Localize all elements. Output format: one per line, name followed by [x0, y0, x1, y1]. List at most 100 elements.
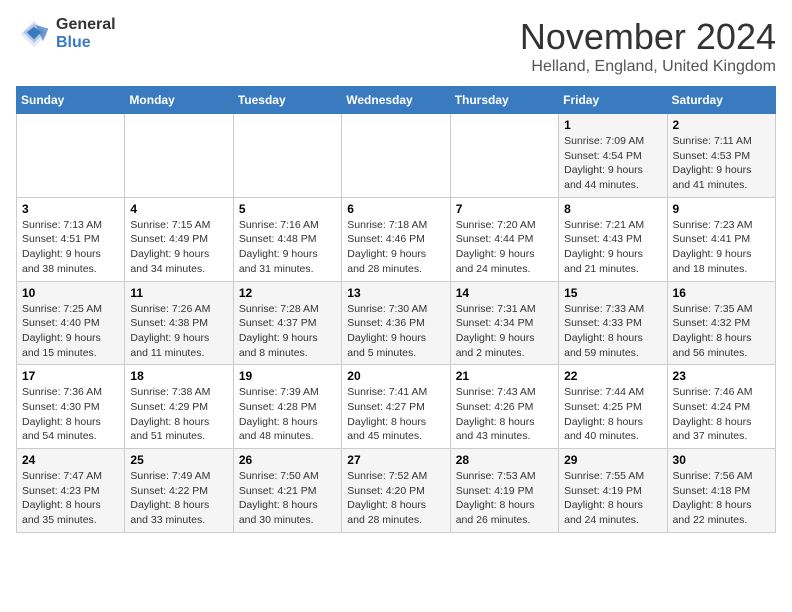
week-row-4: 24Sunrise: 7:47 AM Sunset: 4:23 PM Dayli… [17, 449, 776, 533]
day-number: 18 [130, 369, 227, 383]
day-number: 15 [564, 286, 661, 300]
day-number: 11 [130, 286, 227, 300]
header-row: SundayMondayTuesdayWednesdayThursdayFrid… [17, 87, 776, 114]
day-number: 6 [347, 202, 444, 216]
day-info: Sunrise: 7:15 AM Sunset: 4:49 PM Dayligh… [130, 218, 227, 277]
day-number: 2 [673, 118, 770, 132]
day-number: 25 [130, 453, 227, 467]
day-number: 7 [456, 202, 553, 216]
week-row-0: 1 Sunrise: 7:09 AM Sunset: 4:54 PM Daylig… [17, 114, 776, 198]
day-info: Sunrise: 7:20 AM Sunset: 4:44 PM Dayligh… [456, 218, 553, 277]
day-cell: 16 Sunrise: 7:35 AM Sunset: 4:32 PM Dayli… [667, 281, 775, 365]
day-cell: 6 Sunrise: 7:18 AM Sunset: 4:46 PM Daylig… [342, 197, 450, 281]
day-cell: 17 Sunrise: 7:36 AM Sunset: 4:30 PM Dayli… [17, 365, 125, 449]
header: General Blue November 2024 Helland, Engl… [16, 16, 776, 76]
day-number: 22 [564, 369, 661, 383]
day-number: 16 [673, 286, 770, 300]
day-info: Sunrise: 7:28 AM Sunset: 4:37 PM Dayligh… [239, 302, 336, 361]
day-cell [17, 114, 125, 198]
day-info: Sunrise: 7:18 AM Sunset: 4:46 PM Dayligh… [347, 218, 444, 277]
day-info: Sunrise: 7:25 AM Sunset: 4:40 PM Dayligh… [22, 302, 119, 361]
day-info: Sunrise: 7:35 AM Sunset: 4:32 PM Dayligh… [673, 302, 770, 361]
day-number: 1 [564, 118, 661, 132]
week-row-1: 3Sunrise: 7:13 AM Sunset: 4:51 PM Daylig… [17, 197, 776, 281]
day-number: 20 [347, 369, 444, 383]
day-info: Sunrise: 7:43 AM Sunset: 4:26 PM Dayligh… [456, 385, 553, 444]
day-info: Sunrise: 7:49 AM Sunset: 4:22 PM Dayligh… [130, 469, 227, 528]
day-info: Sunrise: 7:53 AM Sunset: 4:19 PM Dayligh… [456, 469, 553, 528]
day-number: 26 [239, 453, 336, 467]
day-info: Sunrise: 7:33 AM Sunset: 4:33 PM Dayligh… [564, 302, 661, 361]
day-cell: 8 Sunrise: 7:21 AM Sunset: 4:43 PM Daylig… [559, 197, 667, 281]
calendar-body: 1 Sunrise: 7:09 AM Sunset: 4:54 PM Daylig… [17, 114, 776, 533]
day-number: 3 [22, 202, 119, 216]
day-cell: 29 Sunrise: 7:55 AM Sunset: 4:19 PM Dayli… [559, 449, 667, 533]
day-info: Sunrise: 7:16 AM Sunset: 4:48 PM Dayligh… [239, 218, 336, 277]
day-cell: 30Sunrise: 7:56 AM Sunset: 4:18 PM Dayli… [667, 449, 775, 533]
day-number: 24 [22, 453, 119, 467]
day-cell: 13Sunrise: 7:30 AM Sunset: 4:36 PM Dayli… [342, 281, 450, 365]
header-cell-tuesday: Tuesday [233, 87, 341, 114]
day-number: 21 [456, 369, 553, 383]
day-number: 9 [673, 202, 770, 216]
day-info: Sunrise: 7:21 AM Sunset: 4:43 PM Dayligh… [564, 218, 661, 277]
day-number: 23 [673, 369, 770, 383]
day-number: 29 [564, 453, 661, 467]
day-cell: 9Sunrise: 7:23 AM Sunset: 4:41 PM Daylig… [667, 197, 775, 281]
day-info: Sunrise: 7:55 AM Sunset: 4:19 PM Dayligh… [564, 469, 661, 528]
day-cell: 22 Sunrise: 7:44 AM Sunset: 4:25 PM Dayli… [559, 365, 667, 449]
calendar-table: SundayMondayTuesdayWednesdayThursdayFrid… [16, 86, 776, 533]
day-number: 12 [239, 286, 336, 300]
day-cell: 5 Sunrise: 7:16 AM Sunset: 4:48 PM Daylig… [233, 197, 341, 281]
day-info: Sunrise: 7:36 AM Sunset: 4:30 PM Dayligh… [22, 385, 119, 444]
day-number: 19 [239, 369, 336, 383]
logo: General Blue [16, 16, 116, 52]
week-row-2: 10Sunrise: 7:25 AM Sunset: 4:40 PM Dayli… [17, 281, 776, 365]
day-info: Sunrise: 7:44 AM Sunset: 4:25 PM Dayligh… [564, 385, 661, 444]
day-cell: 20Sunrise: 7:41 AM Sunset: 4:27 PM Dayli… [342, 365, 450, 449]
header-cell-thursday: Thursday [450, 87, 558, 114]
logo-blue: Blue [56, 34, 116, 52]
header-cell-wednesday: Wednesday [342, 87, 450, 114]
day-info: Sunrise: 7:39 AM Sunset: 4:28 PM Dayligh… [239, 385, 336, 444]
day-cell: 25 Sunrise: 7:49 AM Sunset: 4:22 PM Dayli… [125, 449, 233, 533]
day-cell: 19 Sunrise: 7:39 AM Sunset: 4:28 PM Dayli… [233, 365, 341, 449]
day-info: Sunrise: 7:31 AM Sunset: 4:34 PM Dayligh… [456, 302, 553, 361]
day-cell: 27Sunrise: 7:52 AM Sunset: 4:20 PM Dayli… [342, 449, 450, 533]
day-number: 8 [564, 202, 661, 216]
day-number: 30 [673, 453, 770, 467]
day-cell: 23 Sunrise: 7:46 AM Sunset: 4:24 PM Dayli… [667, 365, 775, 449]
header-cell-friday: Friday [559, 87, 667, 114]
day-info: Sunrise: 7:50 AM Sunset: 4:21 PM Dayligh… [239, 469, 336, 528]
day-cell [233, 114, 341, 198]
day-number: 4 [130, 202, 227, 216]
header-cell-sunday: Sunday [17, 87, 125, 114]
day-number: 14 [456, 286, 553, 300]
day-info: Sunrise: 7:09 AM Sunset: 4:54 PM Dayligh… [564, 134, 661, 193]
header-cell-saturday: Saturday [667, 87, 775, 114]
day-number: 5 [239, 202, 336, 216]
location-title: Helland, England, United Kingdom [520, 58, 776, 76]
day-cell: 28 Sunrise: 7:53 AM Sunset: 4:19 PM Dayli… [450, 449, 558, 533]
logo-text: General Blue [56, 16, 116, 51]
day-cell: 10Sunrise: 7:25 AM Sunset: 4:40 PM Dayli… [17, 281, 125, 365]
week-row-3: 17 Sunrise: 7:36 AM Sunset: 4:30 PM Dayli… [17, 365, 776, 449]
day-cell: 4 Sunrise: 7:15 AM Sunset: 4:49 PM Daylig… [125, 197, 233, 281]
day-info: Sunrise: 7:52 AM Sunset: 4:20 PM Dayligh… [347, 469, 444, 528]
day-cell [342, 114, 450, 198]
day-cell: 11 Sunrise: 7:26 AM Sunset: 4:38 PM Dayli… [125, 281, 233, 365]
day-cell [450, 114, 558, 198]
day-info: Sunrise: 7:46 AM Sunset: 4:24 PM Dayligh… [673, 385, 770, 444]
header-cell-monday: Monday [125, 87, 233, 114]
day-cell: 1 Sunrise: 7:09 AM Sunset: 4:54 PM Daylig… [559, 114, 667, 198]
day-cell: 21 Sunrise: 7:43 AM Sunset: 4:26 PM Dayli… [450, 365, 558, 449]
day-info: Sunrise: 7:38 AM Sunset: 4:29 PM Dayligh… [130, 385, 227, 444]
day-cell: 12 Sunrise: 7:28 AM Sunset: 4:37 PM Dayli… [233, 281, 341, 365]
day-number: 17 [22, 369, 119, 383]
day-cell: 3Sunrise: 7:13 AM Sunset: 4:51 PM Daylig… [17, 197, 125, 281]
day-cell: 26 Sunrise: 7:50 AM Sunset: 4:21 PM Dayli… [233, 449, 341, 533]
day-info: Sunrise: 7:26 AM Sunset: 4:38 PM Dayligh… [130, 302, 227, 361]
title-area: November 2024 Helland, England, United K… [520, 16, 776, 76]
day-number: 28 [456, 453, 553, 467]
logo-general: General [56, 16, 116, 34]
